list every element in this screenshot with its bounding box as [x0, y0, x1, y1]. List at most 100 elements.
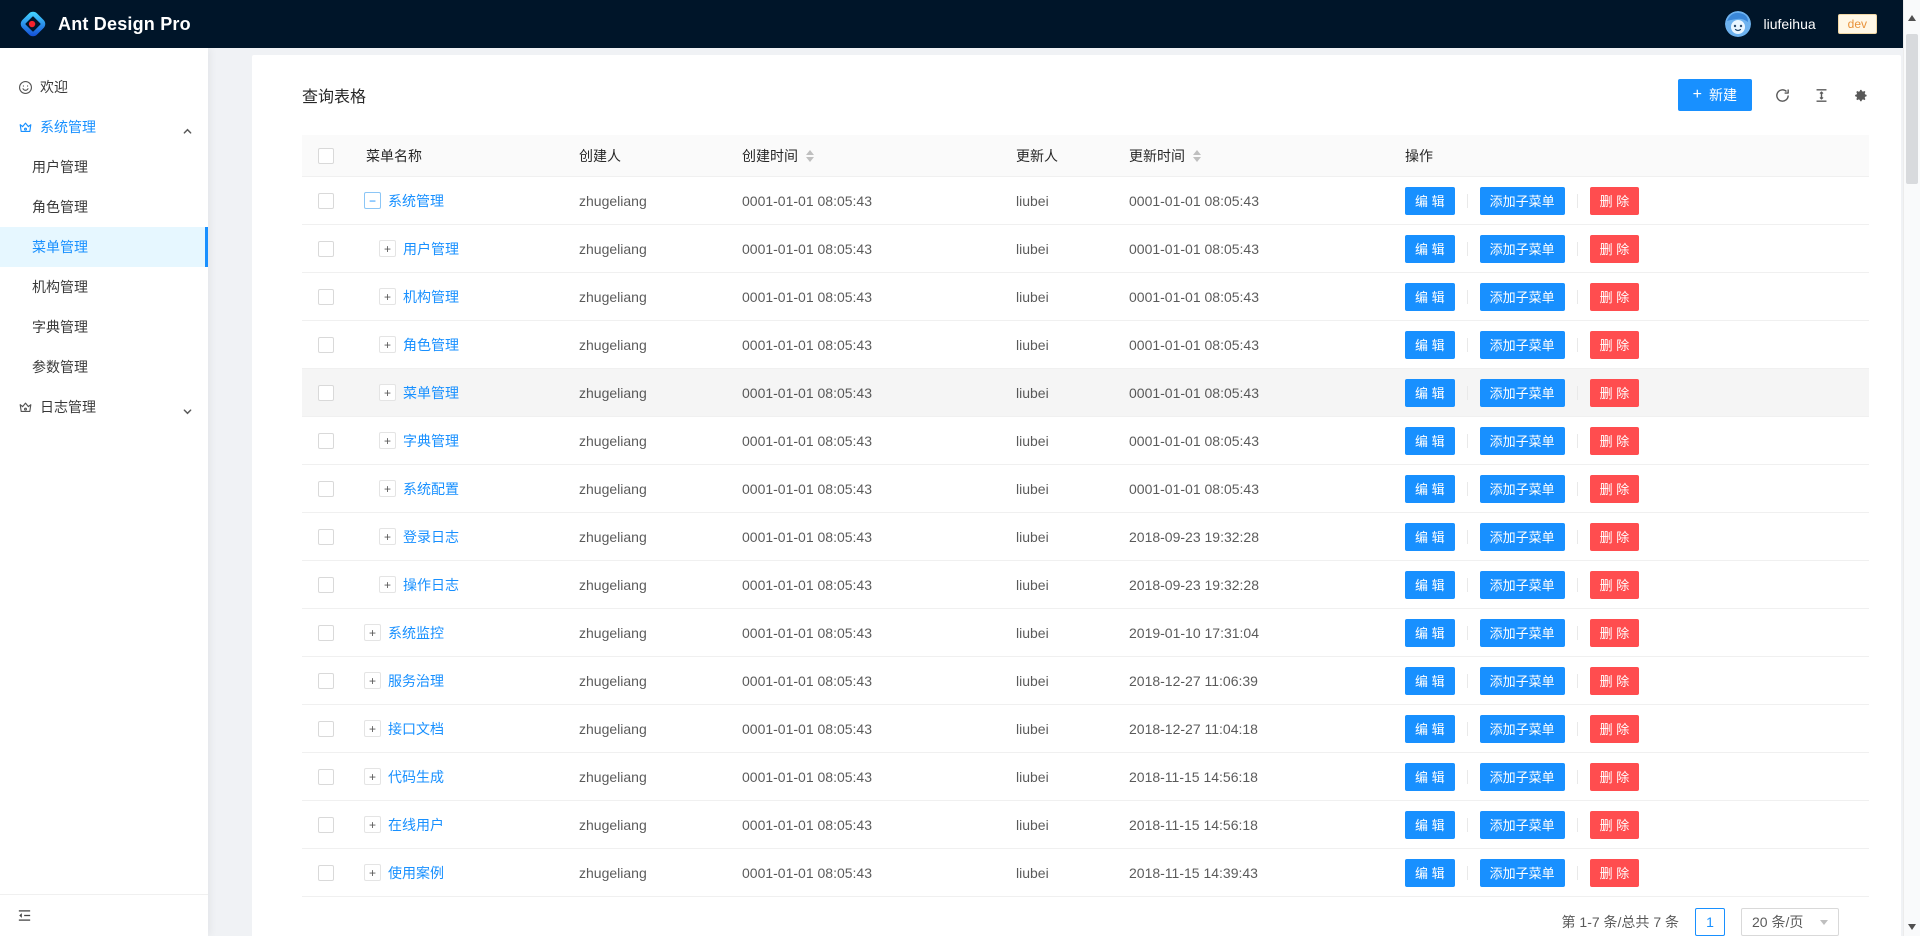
- select-all-checkbox[interactable]: [318, 148, 334, 164]
- edit-button[interactable]: 编 辑: [1405, 427, 1455, 455]
- sidebar-item-welcome[interactable]: 欢迎: [0, 67, 208, 107]
- setting-gear-icon[interactable]: [1852, 87, 1869, 104]
- expand-row-icon[interactable]: +: [379, 480, 396, 497]
- expand-row-icon[interactable]: +: [364, 672, 381, 689]
- expand-row-icon[interactable]: +: [364, 816, 381, 833]
- add-submenu-button[interactable]: 添加子菜单: [1480, 571, 1565, 599]
- add-submenu-button[interactable]: 添加子菜单: [1480, 523, 1565, 551]
- row-checkbox[interactable]: [318, 385, 334, 401]
- menu-name-link[interactable]: 服务治理: [388, 671, 444, 691]
- edit-button[interactable]: 编 辑: [1405, 763, 1455, 791]
- menu-name-link[interactable]: 用户管理: [403, 239, 459, 259]
- edit-button[interactable]: 编 辑: [1405, 571, 1455, 599]
- delete-button[interactable]: 删 除: [1590, 859, 1640, 887]
- expand-row-icon[interactable]: +: [364, 864, 381, 881]
- delete-button[interactable]: 删 除: [1590, 187, 1640, 215]
- reload-icon[interactable]: [1774, 87, 1791, 104]
- add-submenu-button[interactable]: 添加子菜单: [1480, 619, 1565, 647]
- add-submenu-button[interactable]: 添加子菜单: [1480, 667, 1565, 695]
- row-checkbox[interactable]: [318, 769, 334, 785]
- sidebar-item-role-mgmt[interactable]: 角色管理: [0, 187, 208, 227]
- scrollbar-thumb[interactable]: [1906, 34, 1918, 184]
- delete-button[interactable]: 删 除: [1590, 715, 1640, 743]
- expand-row-icon[interactable]: +: [379, 528, 396, 545]
- menu-name-link[interactable]: 代码生成: [388, 767, 444, 787]
- row-checkbox[interactable]: [318, 721, 334, 737]
- col-header-update-time[interactable]: 更新时间: [1129, 146, 1185, 166]
- row-checkbox[interactable]: [318, 433, 334, 449]
- row-checkbox[interactable]: [318, 865, 334, 881]
- expand-row-icon[interactable]: +: [379, 384, 396, 401]
- edit-button[interactable]: 编 辑: [1405, 523, 1455, 551]
- menu-name-link[interactable]: 机构管理: [403, 287, 459, 307]
- delete-button[interactable]: 删 除: [1590, 811, 1640, 839]
- add-submenu-button[interactable]: 添加子菜单: [1480, 475, 1565, 503]
- menu-name-link[interactable]: 接口文档: [388, 719, 444, 739]
- edit-button[interactable]: 编 辑: [1405, 379, 1455, 407]
- scroll-up-arrow-icon[interactable]: [1904, 15, 1920, 21]
- add-submenu-button[interactable]: 添加子菜单: [1480, 187, 1565, 215]
- edit-button[interactable]: 编 辑: [1405, 715, 1455, 743]
- row-checkbox[interactable]: [318, 529, 334, 545]
- col-header-creator[interactable]: 创建人: [579, 146, 621, 166]
- edit-button[interactable]: 编 辑: [1405, 859, 1455, 887]
- menu-name-link[interactable]: 使用案例: [388, 863, 444, 883]
- row-checkbox[interactable]: [318, 577, 334, 593]
- expand-row-icon[interactable]: +: [379, 240, 396, 257]
- delete-button[interactable]: 删 除: [1590, 235, 1640, 263]
- expand-row-icon[interactable]: +: [364, 768, 381, 785]
- edit-button[interactable]: 编 辑: [1405, 235, 1455, 263]
- logo[interactable]: Ant Design Pro: [18, 9, 191, 39]
- expand-row-icon[interactable]: +: [379, 288, 396, 305]
- row-checkbox[interactable]: [318, 673, 334, 689]
- col-header-menu-name[interactable]: 菜单名称: [366, 146, 422, 166]
- delete-button[interactable]: 删 除: [1590, 427, 1640, 455]
- expand-row-icon[interactable]: +: [379, 336, 396, 353]
- page-1-button[interactable]: 1: [1695, 908, 1725, 936]
- delete-button[interactable]: 删 除: [1590, 475, 1640, 503]
- row-checkbox[interactable]: [318, 337, 334, 353]
- add-submenu-button[interactable]: 添加子菜单: [1480, 283, 1565, 311]
- edit-button[interactable]: 编 辑: [1405, 619, 1455, 647]
- sidebar-item-log-mgmt[interactable]: 日志管理: [0, 387, 208, 427]
- row-checkbox[interactable]: [318, 625, 334, 641]
- col-header-updater[interactable]: 更新人: [1016, 146, 1058, 166]
- delete-button[interactable]: 删 除: [1590, 619, 1640, 647]
- collapse-row-icon[interactable]: −: [364, 192, 381, 209]
- menu-fold-icon[interactable]: [16, 907, 33, 924]
- sidebar-item-dict-mgmt[interactable]: 字典管理: [0, 307, 208, 347]
- row-checkbox[interactable]: [318, 481, 334, 497]
- menu-name-link[interactable]: 在线用户: [388, 815, 444, 835]
- col-header-create-time[interactable]: 创建时间: [742, 146, 798, 166]
- row-checkbox[interactable]: [318, 241, 334, 257]
- sidebar-item-system-mgmt[interactable]: 系统管理: [0, 107, 208, 147]
- edit-button[interactable]: 编 辑: [1405, 475, 1455, 503]
- sort-icons[interactable]: [806, 150, 814, 162]
- add-submenu-button[interactable]: 添加子菜单: [1480, 427, 1565, 455]
- menu-name-link[interactable]: 角色管理: [403, 335, 459, 355]
- edit-button[interactable]: 编 辑: [1405, 811, 1455, 839]
- page-size-select[interactable]: 20 条/页: [1741, 908, 1839, 936]
- add-submenu-button[interactable]: 添加子菜单: [1480, 811, 1565, 839]
- expand-row-icon[interactable]: +: [379, 576, 396, 593]
- delete-button[interactable]: 删 除: [1590, 283, 1640, 311]
- menu-name-link[interactable]: 操作日志: [403, 575, 459, 595]
- delete-button[interactable]: 删 除: [1590, 379, 1640, 407]
- menu-name-link[interactable]: 系统配置: [403, 479, 459, 499]
- add-submenu-button[interactable]: 添加子菜单: [1480, 715, 1565, 743]
- add-submenu-button[interactable]: 添加子菜单: [1480, 235, 1565, 263]
- edit-button[interactable]: 编 辑: [1405, 283, 1455, 311]
- edit-button[interactable]: 编 辑: [1405, 667, 1455, 695]
- avatar[interactable]: [1725, 11, 1751, 37]
- delete-button[interactable]: 删 除: [1590, 763, 1640, 791]
- menu-name-link[interactable]: 登录日志: [403, 527, 459, 547]
- scroll-down-arrow-icon[interactable]: [1904, 924, 1920, 930]
- sidebar-item-org-mgmt[interactable]: 机构管理: [0, 267, 208, 307]
- add-submenu-button[interactable]: 添加子菜单: [1480, 763, 1565, 791]
- delete-button[interactable]: 删 除: [1590, 331, 1640, 359]
- expand-row-icon[interactable]: +: [379, 432, 396, 449]
- menu-name-link[interactable]: 字典管理: [403, 431, 459, 451]
- edit-button[interactable]: 编 辑: [1405, 187, 1455, 215]
- sidebar-item-param-mgmt[interactable]: 参数管理: [0, 347, 208, 387]
- expand-row-icon[interactable]: +: [364, 624, 381, 641]
